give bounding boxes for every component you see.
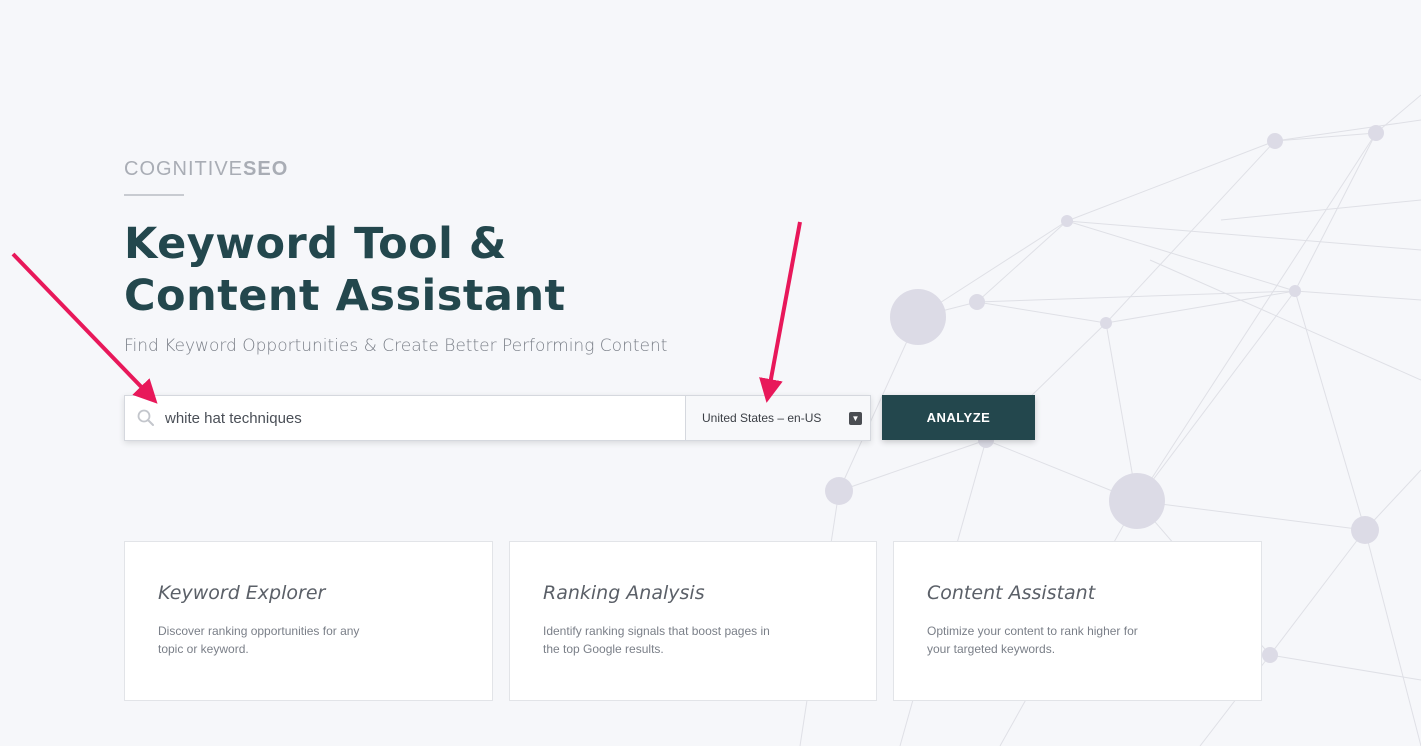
card-title: Keyword Explorer xyxy=(158,582,326,604)
card-title: Ranking Analysis xyxy=(543,582,705,604)
page-subtitle: Find Keyword Opportunities & Create Bett… xyxy=(124,336,668,356)
page-title-line1: Keyword Tool & xyxy=(124,219,507,269)
page-title-line2: Content Assistant xyxy=(124,271,566,321)
brand-logo: COGNITIVESEO xyxy=(124,158,288,181)
card-title: Content Assistant xyxy=(927,582,1096,604)
chevron-down-icon[interactable]: ▼ xyxy=(849,411,862,425)
card-content-assistant[interactable]: Content Assistant Optimize your content … xyxy=(893,541,1262,701)
search-bar: United States – en-US ▼ xyxy=(124,395,871,441)
locale-select-value: United States – en-US xyxy=(702,411,822,425)
card-description: Identify ranking signals that boost page… xyxy=(543,624,770,656)
keyword-search-input[interactable] xyxy=(165,396,685,440)
brand-logo-bold: SEO xyxy=(243,158,289,180)
brand-logo-light: COGNITIVE xyxy=(124,158,244,180)
page-title: Keyword Tool & Content Assistant xyxy=(124,218,684,322)
card-ranking-analysis[interactable]: Ranking Analysis Identify ranking signal… xyxy=(509,541,877,701)
card-description: Optimize your content to rank higher for… xyxy=(927,624,1138,656)
brand-divider xyxy=(124,194,184,196)
locale-select[interactable]: United States – en-US ▼ xyxy=(686,396,870,440)
card-keyword-explorer[interactable]: Keyword Explorer Discover ranking opport… xyxy=(124,541,493,701)
search-icon xyxy=(137,408,157,428)
card-description: Discover ranking opportunities for any t… xyxy=(158,624,360,656)
analyze-button[interactable]: ANALYZE xyxy=(882,395,1035,440)
